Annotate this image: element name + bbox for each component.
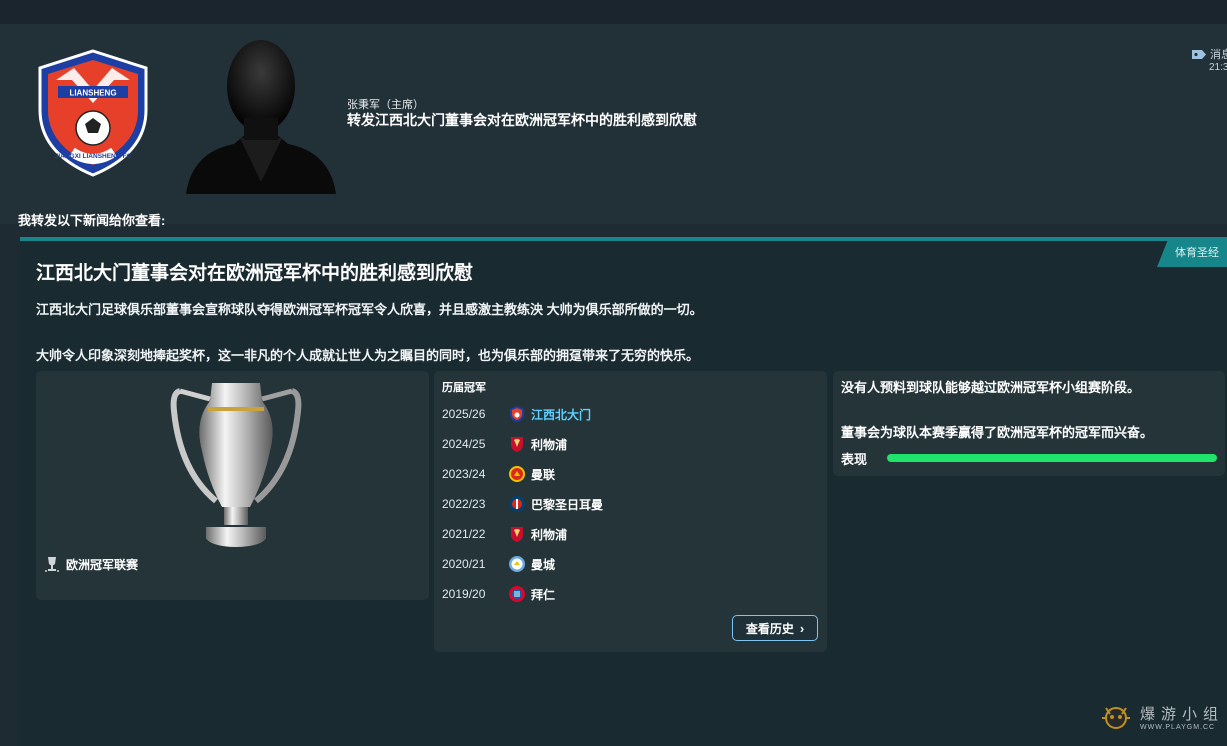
performance-bar-fill: [887, 454, 1217, 462]
winner-row[interactable]: 2020/21 曼城: [442, 554, 555, 574]
liverpool-crest-icon: [511, 437, 523, 452]
psg-crest-icon: [509, 496, 525, 512]
winner-season: 2021/22: [442, 527, 486, 541]
board-panel: 没有人预料到球队能够越过欧洲冠军杯小组赛阶段。 董事会为球队本赛季赢得了欧洲冠军…: [833, 371, 1225, 476]
chevron-right-icon: ›: [799, 620, 805, 636]
winner-season: 2023/24: [442, 467, 486, 481]
jiangxi-crest-icon: [510, 406, 524, 422]
board-reaction-text: 董事会为球队本赛季赢得了欧洲冠军杯的冠军而兴奋。: [841, 425, 1154, 440]
winner-club[interactable]: 利物浦: [531, 436, 567, 453]
watermark: 爆游小组 WWW.PLAYGM.CC: [1098, 702, 1224, 732]
winner-club[interactable]: 巴黎圣日耳曼: [531, 496, 603, 513]
view-history-label: 查看历史: [745, 621, 794, 636]
trophy-panel: 欧洲冠军联赛: [36, 371, 429, 600]
winner-row[interactable]: 2025/26 江西北大门: [442, 404, 591, 424]
watermark-text: 爆游小组: [1140, 705, 1225, 723]
winner-season: 2025/26: [442, 407, 486, 421]
competition-logo-icon: [45, 557, 59, 572]
performance-label: 表现: [841, 452, 868, 467]
man-utd-crest-icon: [509, 466, 525, 482]
winner-club[interactable]: 利物浦: [531, 526, 567, 543]
club-crest-icon: LIANSHENG JIANGXI LIANSHENG FC: [38, 49, 148, 177]
winner-club[interactable]: 曼城: [531, 556, 555, 573]
article-paragraph-2: 大帅令人印象深刻地捧起奖杯，这一非凡的个人成就让世人为之瞩目的同时，也为俱乐部的…: [36, 348, 700, 363]
top-bar: [0, 0, 1227, 24]
message-time: 21:3: [1209, 62, 1227, 73]
winner-row[interactable]: 2024/25 利物浦: [442, 434, 567, 454]
message-tag-label: 消息: [1210, 49, 1227, 61]
crest-top-text: LIANSHENG: [69, 89, 116, 98]
winner-row[interactable]: 2022/23 巴黎圣日耳曼: [442, 494, 603, 514]
chairman-avatar: [186, 40, 336, 194]
watermark-logo-icon: [1102, 707, 1130, 729]
winner-season: 2020/21: [442, 557, 486, 571]
winner-season: 2022/23: [442, 497, 486, 511]
tag-icon: [1192, 49, 1206, 59]
winner-row[interactable]: 2023/24 曼联: [442, 464, 555, 484]
message-subject: 转发江西北大门董事会对在欧洲冠军杯中的胜利感到欣慰: [347, 112, 697, 128]
man-city-crest-icon: [509, 556, 525, 572]
trophy-icon: [170, 383, 302, 547]
winner-season: 2024/25: [442, 437, 486, 451]
message-tag[interactable]: 消息: [1192, 46, 1227, 62]
watermark-url: WWW.PLAYGM.CC: [1140, 724, 1216, 731]
winner-club[interactable]: 江西北大门: [531, 406, 591, 423]
performance-bar: [887, 454, 1217, 462]
view-history-button[interactable]: 查看历史 ›: [732, 615, 818, 641]
winner-club[interactable]: 拜仁: [531, 586, 555, 603]
past-winners-panel: 历届冠军 2025/26 江西北大门 2024/25 利物浦 2023/24 曼…: [434, 371, 827, 652]
bayern-crest-icon: [509, 586, 525, 602]
winner-row[interactable]: 2019/20 拜仁: [442, 584, 555, 604]
liverpool-crest-icon: [511, 527, 523, 542]
past-winners-title: 历届冠军: [442, 382, 486, 394]
crest-ring-text: JIANGXI LIANSHENG FC: [55, 153, 132, 160]
winner-season: 2019/20: [442, 587, 486, 601]
competition-name: 欧洲冠军联赛: [66, 557, 139, 572]
source-tag: 体育圣经: [1157, 237, 1227, 267]
article-headline: 江西北大门董事会对在欧洲冠军杯中的胜利感到欣慰: [36, 263, 474, 284]
forward-note: 我转发以下新闻给你查看:: [18, 213, 166, 228]
article-paragraph-1: 江西北大门足球俱乐部董事会宣称球队夺得欧洲冠军杯冠军令人欣喜，并且感激主教练泱 …: [36, 302, 703, 317]
board-expectation-text: 没有人预料到球队能够越过欧洲冠军杯小组赛阶段。: [841, 380, 1141, 395]
winner-row[interactable]: 2021/22 利物浦: [442, 524, 567, 544]
winner-club[interactable]: 曼联: [531, 466, 555, 483]
competition-label[interactable]: 欧洲冠军联赛: [44, 555, 138, 573]
